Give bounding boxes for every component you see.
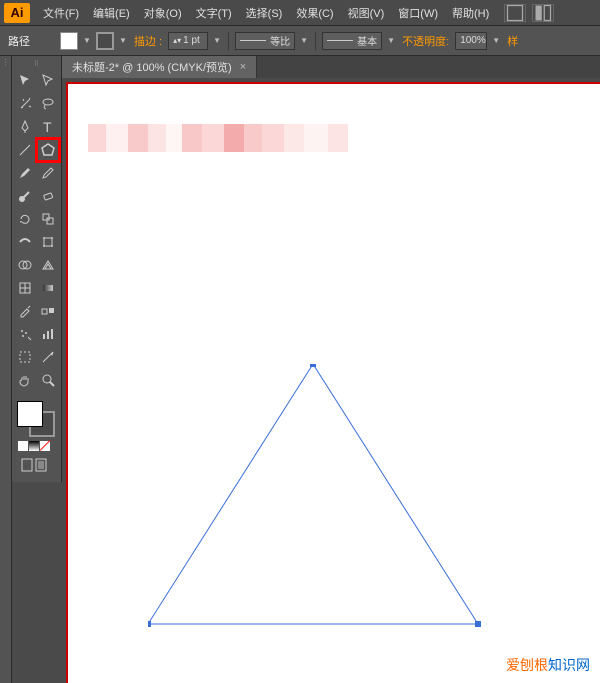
menu-file[interactable]: 文件(F) <box>36 1 86 25</box>
svg-text:T: T <box>43 119 52 135</box>
stroke-dropdown-icon[interactable]: ▼ <box>118 32 128 50</box>
fill-color-swatch[interactable] <box>17 401 43 427</box>
anchor-point-right[interactable] <box>475 621 481 627</box>
layout-icon-1[interactable] <box>504 4 526 22</box>
document-tab-title: 未标题-2* @ 100% (CMYK/预览) <box>72 59 232 75</box>
toolbox: ⠿ T <box>12 56 62 482</box>
rotate-tool[interactable] <box>14 208 37 230</box>
dash-label: 等比 <box>270 33 290 48</box>
eyedropper-tool[interactable] <box>14 300 37 322</box>
menu-object[interactable]: 对象(O) <box>137 1 189 25</box>
direct-selection-tool[interactable] <box>37 70 60 92</box>
stroke-weight-dropdown-icon[interactable]: ▼ <box>212 32 222 50</box>
style-label[interactable]: 样 <box>505 33 520 49</box>
brush-label: 基本 <box>357 33 377 48</box>
menu-type[interactable]: 文字(T) <box>189 1 239 25</box>
width-tool[interactable] <box>14 231 37 253</box>
document-tab-bar: 未标题-2* @ 100% (CMYK/预览) × <box>62 56 600 78</box>
opacity-label[interactable]: 不透明度: <box>400 33 451 49</box>
menu-items: 文件(F) 编辑(E) 对象(O) 文字(T) 选择(S) 效果(C) 视图(V… <box>36 1 496 25</box>
tab-close-button[interactable]: × <box>240 61 246 73</box>
hand-tool[interactable] <box>14 369 37 391</box>
triangle-shape[interactable] <box>148 364 488 634</box>
menu-edit[interactable]: 编辑(E) <box>86 1 137 25</box>
stroke-swatch[interactable] <box>96 32 114 50</box>
free-transform-tool[interactable] <box>37 231 60 253</box>
opacity-dropdown-icon[interactable]: ▼ <box>491 32 501 50</box>
layout-icon-2[interactable] <box>532 4 554 22</box>
watermark-text-2: 知识网 <box>548 657 590 673</box>
pen-tool[interactable] <box>14 116 37 138</box>
panel-dots-icon: ⋮ <box>0 56 11 67</box>
dash-dropdown-icon[interactable]: ▼ <box>299 32 309 50</box>
brush-dropdown[interactable]: 基本 <box>322 32 382 50</box>
stroke-label[interactable]: 描边 : <box>132 33 164 49</box>
artboard[interactable]: 爱刨根知识网 <box>68 84 600 683</box>
shape-tool[interactable] <box>37 139 60 161</box>
redacted-region <box>88 124 348 152</box>
path-label: 路径 <box>6 33 32 49</box>
color-swatch-section <box>14 397 59 478</box>
slice-tool[interactable] <box>37 346 60 368</box>
stroke-weight-value: 1 pt <box>183 35 200 46</box>
menu-effect[interactable]: 效果(C) <box>289 1 340 25</box>
toolbox-grip-icon[interactable]: ⠿ <box>14 60 59 70</box>
scale-tool[interactable] <box>37 208 60 230</box>
draw-modes <box>16 457 57 476</box>
fill-dropdown-icon[interactable]: ▼ <box>82 32 92 50</box>
mesh-tool[interactable] <box>14 277 37 299</box>
stroke-weight-input[interactable]: ▴▾ 1 pt <box>168 32 208 50</box>
dash-profile-dropdown[interactable]: 等比 <box>235 32 295 50</box>
app-logo: Ai <box>4 3 30 23</box>
options-bar: 路径 ▼ ▼ 描边 : ▴▾ 1 pt ▼ 等比 ▼ 基本 ▼ 不透明度: 10… <box>0 26 600 56</box>
type-tool[interactable]: T <box>37 116 60 138</box>
lasso-tool[interactable] <box>37 93 60 115</box>
menu-layout-icons <box>504 4 554 22</box>
fill-swatch[interactable] <box>60 32 78 50</box>
artboard-tool[interactable] <box>14 346 37 368</box>
perspective-tool[interactable] <box>37 254 60 276</box>
blend-tool[interactable] <box>37 300 60 322</box>
canvas-area: 爱刨根知识网 <box>62 78 600 683</box>
fill-stroke-swatches[interactable] <box>17 401 57 437</box>
none-mode-icon[interactable] <box>40 441 50 451</box>
menu-help[interactable]: 帮助(H) <box>445 1 496 25</box>
line-tool[interactable] <box>14 139 37 161</box>
shape-builder-tool[interactable] <box>14 254 37 276</box>
graph-tool[interactable] <box>37 323 60 345</box>
brush-dropdown-icon[interactable]: ▼ <box>386 32 396 50</box>
symbol-sprayer-tool[interactable] <box>14 323 37 345</box>
menu-select[interactable]: 选择(S) <box>239 1 290 25</box>
menu-window[interactable]: 窗口(W) <box>391 1 445 25</box>
selection-tool[interactable] <box>14 70 37 92</box>
document-tab[interactable]: 未标题-2* @ 100% (CMYK/预览) × <box>62 56 257 78</box>
watermark: 爱刨根知识网 <box>506 655 590 675</box>
pencil-tool[interactable] <box>37 162 60 184</box>
gradient-mode-icon[interactable] <box>29 441 39 451</box>
anchor-point-left[interactable] <box>148 621 151 627</box>
magic-wand-tool[interactable] <box>14 93 37 115</box>
menu-view[interactable]: 视图(V) <box>341 1 392 25</box>
watermark-text-1: 爱刨根 <box>506 657 548 673</box>
panel-collapse-strip[interactable]: ⋮ <box>0 56 12 683</box>
blob-brush-tool[interactable] <box>14 185 37 207</box>
color-mode-icon[interactable] <box>18 441 28 451</box>
menu-bar: Ai 文件(F) 编辑(E) 对象(O) 文字(T) 选择(S) 效果(C) 视… <box>0 0 600 26</box>
paintbrush-tool[interactable] <box>14 162 37 184</box>
anchor-point-top[interactable] <box>310 364 316 367</box>
zoom-tool[interactable] <box>37 369 60 391</box>
opacity-value[interactable]: 100% <box>455 32 487 50</box>
gradient-tool[interactable] <box>37 277 60 299</box>
eraser-tool[interactable] <box>37 185 60 207</box>
